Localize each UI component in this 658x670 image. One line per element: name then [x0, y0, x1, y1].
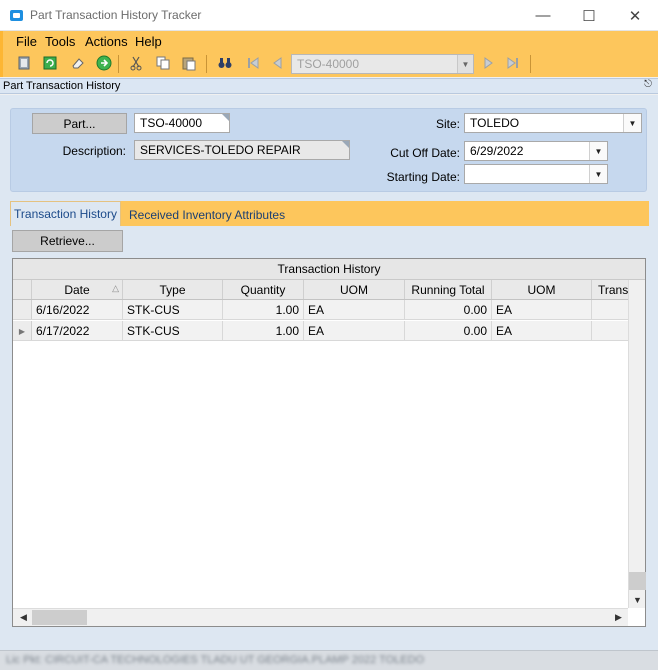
minimize-button[interactable]: — — [520, 0, 566, 31]
scrollbar-thumb[interactable] — [629, 572, 646, 590]
grid-header: Date △ Type Quantity UOM Running Total U… — [13, 280, 628, 300]
scrollbar-thumb[interactable] — [32, 610, 87, 625]
cell-trans[interactable] — [592, 321, 628, 340]
cell-quantity[interactable]: 1.00 — [223, 321, 304, 340]
next-record-icon[interactable] — [479, 54, 499, 72]
chevron-down-icon[interactable]: ▼ — [623, 114, 641, 132]
retrieve-button[interactable]: Retrieve... — [12, 230, 123, 252]
go-icon[interactable] — [94, 54, 114, 72]
transaction-history-grid: Transaction History Date △ Type Quantity… — [12, 258, 646, 627]
cutoff-date-label: Cut Off Date: — [390, 146, 460, 160]
scroll-left-icon[interactable]: ◀ — [15, 609, 32, 626]
column-header-quantity[interactable]: Quantity — [223, 280, 304, 299]
binoculars-icon[interactable] — [215, 54, 235, 72]
part-number-field[interactable]: TSO-40000 — [134, 113, 230, 133]
starting-date-label: Starting Date: — [386, 170, 460, 184]
column-header-uom-2[interactable]: UOM — [492, 280, 592, 299]
field-corner-marker — [222, 114, 229, 121]
description-value: SERVICES-TOLEDO REPAIR — [140, 143, 301, 157]
part-button[interactable]: Part... — [32, 113, 127, 134]
paste-icon[interactable] — [179, 54, 199, 72]
menu-file[interactable]: File — [16, 34, 37, 49]
chevron-down-icon[interactable]: ▼ — [457, 55, 473, 73]
cell-trans[interactable] — [592, 300, 628, 319]
pin-icon[interactable]: ⎋ — [644, 79, 652, 90]
cell-date[interactable]: 6/16/2022 — [32, 300, 123, 319]
cutoff-date-value: 6/29/2022 — [470, 144, 524, 158]
cell-uom[interactable]: EA — [304, 321, 405, 340]
eraser-icon[interactable] — [68, 54, 88, 72]
status-text: Lic Pkt: CIRCUIT-CA TECHNOLOGIES TLADU U… — [6, 654, 425, 666]
close-button[interactable]: ✕ — [612, 0, 658, 31]
sort-ascending-icon: △ — [112, 283, 119, 293]
column-header-trans[interactable]: Trans — [592, 280, 628, 299]
column-header-date[interactable]: Date △ — [32, 280, 123, 299]
title-bar: Part Transaction History Tracker — ☐ ✕ — [0, 0, 658, 31]
column-header-label: Date — [64, 283, 90, 297]
menu-actions[interactable]: Actions — [85, 34, 128, 49]
cell-running-total[interactable]: 0.00 — [405, 300, 492, 319]
cutoff-date-field[interactable]: 6/29/2022 ▼ — [464, 141, 608, 161]
toolbar-separator — [530, 55, 531, 73]
cell-uom-2[interactable]: EA — [492, 300, 592, 319]
copy-icon[interactable] — [153, 54, 173, 72]
maximize-button[interactable]: ☐ — [566, 0, 612, 31]
menu-help[interactable]: Help — [135, 34, 162, 49]
window-title: Part Transaction History Tracker — [30, 8, 202, 22]
cell-date[interactable]: 6/17/2022 — [32, 321, 123, 340]
first-record-icon[interactable] — [243, 54, 263, 72]
cut-icon[interactable] — [126, 54, 146, 72]
calendar-dropdown-icon[interactable]: ▼ — [589, 142, 607, 160]
part-selector[interactable]: TSO-40000 ▼ — [291, 54, 474, 74]
site-label: Site: — [435, 117, 460, 131]
column-header-uom[interactable]: UOM — [304, 280, 405, 299]
toolbar-separator — [118, 55, 119, 73]
column-header-running-total[interactable]: Running Total — [405, 280, 492, 299]
table-row[interactable]: ▶ 6/17/2022 STK-CUS 1.00 EA 0.00 EA — [13, 321, 628, 341]
part-selector-value: TSO-40000 — [297, 57, 360, 71]
cell-running-total[interactable]: 0.00 — [405, 321, 492, 340]
scroll-down-icon[interactable]: ▼ — [629, 591, 646, 608]
tab-transaction-history[interactable]: Transaction History — [10, 201, 121, 226]
description-field: SERVICES-TOLEDO REPAIR — [134, 140, 350, 160]
menu-toolbar: File Tools Actions Help TSO-40000 ▼ — [0, 31, 658, 77]
app-icon — [10, 10, 23, 21]
current-row-indicator-icon[interactable]: ▶ — [13, 321, 32, 340]
cell-type[interactable]: STK-CUS — [123, 300, 223, 319]
part-number-value: TSO-40000 — [140, 116, 203, 130]
horizontal-scrollbar[interactable]: ◀ ▶ — [13, 608, 628, 626]
column-header-type[interactable]: Type — [123, 280, 223, 299]
site-select[interactable]: TOLEDO ▼ — [464, 113, 642, 133]
previous-record-icon[interactable] — [267, 54, 287, 72]
scroll-right-icon[interactable]: ▶ — [610, 609, 627, 626]
field-corner-marker — [342, 141, 349, 148]
tab-received-inventory-attributes[interactable]: Received Inventory Attributes — [129, 208, 285, 222]
status-bar: Lic Pkt: CIRCUIT-CA TECHNOLOGIES TLADU U… — [0, 650, 658, 670]
last-record-icon[interactable] — [503, 54, 523, 72]
menu-tools[interactable]: Tools — [45, 34, 75, 49]
calendar-dropdown-icon[interactable]: ▼ — [589, 165, 607, 183]
clipboard-icon[interactable] — [14, 54, 34, 72]
vertical-scrollbar[interactable]: ▼ — [628, 280, 646, 608]
cell-uom-2[interactable]: EA — [492, 321, 592, 340]
refresh-icon[interactable] — [40, 54, 60, 72]
cell-type[interactable]: STK-CUS — [123, 321, 223, 340]
description-label: Description: — [62, 144, 126, 158]
grid-caption: Transaction History — [13, 259, 645, 280]
table-row[interactable]: 6/16/2022 STK-CUS 1.00 EA 0.00 EA — [13, 300, 628, 320]
site-value: TOLEDO — [470, 116, 520, 130]
panel-header: Part Transaction History ⎋ — [0, 78, 658, 94]
cell-quantity[interactable]: 1.00 — [223, 300, 304, 319]
row-selector[interactable] — [13, 300, 32, 319]
toolbar-separator — [206, 55, 207, 73]
starting-date-field[interactable]: ▼ — [464, 164, 608, 184]
panel-title: Part Transaction History — [3, 80, 121, 92]
row-selector-header — [13, 280, 32, 299]
cell-uom[interactable]: EA — [304, 300, 405, 319]
